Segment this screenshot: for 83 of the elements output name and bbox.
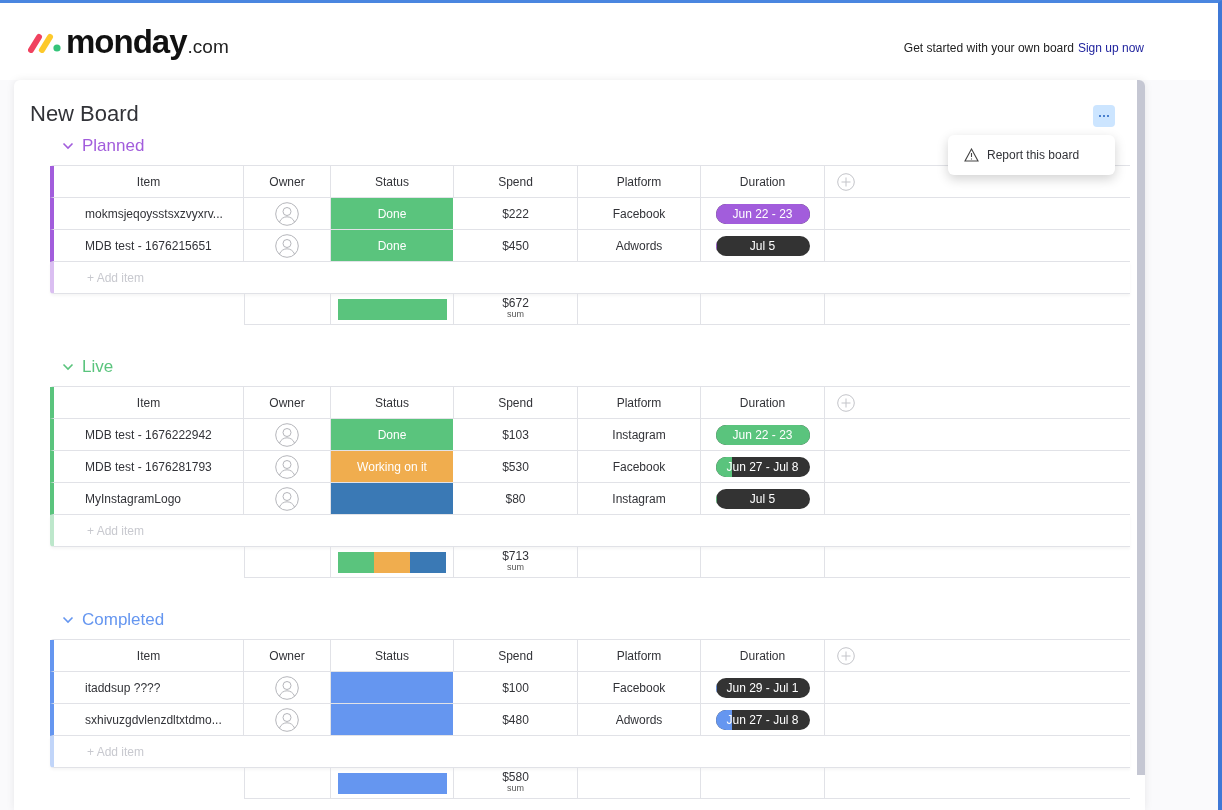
platform-cell: Adwords (578, 230, 701, 261)
timeline-pill[interactable]: Jun 22 - 23 (715, 203, 810, 224)
signup-link[interactable]: Sign up now (1077, 40, 1144, 55)
item-cell: mokmsjeqoysstsxzvyxrv... (54, 198, 244, 229)
group-title[interactable]: Completed (82, 610, 165, 630)
group-title[interactable]: Live (82, 357, 114, 377)
avatar-icon (275, 675, 299, 700)
spend-cell: $480 (454, 704, 578, 735)
add-column-icon[interactable] (837, 172, 855, 191)
spend-cell: $100 (454, 672, 578, 703)
status-cell[interactable] (331, 672, 454, 703)
timeline-pill[interactable]: Jun 22 - 23 (715, 424, 810, 445)
item-cell: MDB test - 1676222942 (54, 419, 244, 450)
chevron-down-icon[interactable] (62, 363, 74, 371)
item-cell: sxhivuzgdvlenzdltxtdmo... (54, 704, 244, 735)
spend-cell: $530 (454, 451, 578, 482)
warning-icon (964, 148, 979, 162)
status-cell[interactable]: Done (331, 198, 454, 229)
item-cell: MyInstagramLogo (54, 483, 244, 514)
platform-cell: Instagram (578, 483, 701, 514)
spend-cell: $103 (454, 419, 578, 450)
column-header: Platform (578, 640, 701, 671)
logo-suffix: .com (187, 35, 229, 57)
avatar-icon (275, 201, 299, 226)
item-cell: itaddsup ???? (54, 672, 244, 703)
group-title[interactable]: Planned (82, 136, 145, 156)
column-header: Platform (578, 166, 701, 197)
logo-icon (28, 32, 62, 53)
avatar-icon (275, 707, 299, 732)
column-header: Platform (578, 387, 701, 418)
spend-cell: $80 (454, 483, 578, 514)
sum-label: sum (507, 783, 524, 794)
column-header: Spend (454, 640, 578, 671)
timeline-pill[interactable]: Jul 5 (715, 488, 810, 509)
avatar-icon (275, 486, 299, 511)
column-header: Status (331, 166, 454, 197)
column-header: Duration (701, 166, 825, 197)
column-header: Status (331, 387, 454, 418)
more-button[interactable] (1093, 105, 1115, 127)
status-cell[interactable] (331, 704, 454, 735)
platform-cell: Facebook (578, 198, 701, 229)
status-cell[interactable]: Done (331, 419, 454, 450)
column-header: Item (54, 387, 244, 418)
timeline-pill[interactable]: Jun 29 - Jul 1 (715, 677, 810, 698)
spend-cell: $222 (454, 198, 578, 229)
chevron-down-icon[interactable] (62, 616, 74, 624)
scrollbar[interactable] (1137, 80, 1145, 775)
sum-label: sum (507, 309, 524, 320)
spend-sum: $713 (502, 551, 529, 562)
column-header: Duration (701, 387, 825, 418)
column-header: Item (54, 640, 244, 671)
status-cell[interactable] (331, 483, 454, 514)
column-header: Owner (244, 166, 331, 197)
platform-cell: Instagram (578, 419, 701, 450)
sum-label: sum (507, 562, 524, 573)
column-header: Spend (454, 387, 578, 418)
avatar-icon (275, 233, 299, 258)
spend-sum: $580 (502, 772, 529, 783)
menu-item[interactable]: Report this board (964, 148, 1080, 162)
board-title: New Board (30, 100, 139, 128)
column-header: Status (331, 640, 454, 671)
item-cell: MDB test - 1676281793 (54, 451, 244, 482)
platform-cell: Facebook (578, 451, 701, 482)
spend-cell: $450 (454, 230, 578, 261)
chevron-down-icon[interactable] (62, 142, 74, 150)
more-icon (1098, 114, 1110, 118)
timeline-pill[interactable]: Jul 5 (715, 235, 810, 256)
add-column-icon[interactable] (837, 646, 855, 665)
platform-cell: Facebook (578, 672, 701, 703)
status-cell[interactable]: Done (331, 230, 454, 261)
platform-cell: Adwords (578, 704, 701, 735)
column-header: Owner (244, 640, 331, 671)
avatar-icon (275, 454, 299, 479)
column-header: Owner (244, 387, 331, 418)
column-header: Item (54, 166, 244, 197)
column-header: Spend (454, 166, 578, 197)
avatar-icon (275, 422, 299, 447)
add-column-icon[interactable] (837, 393, 855, 412)
promo-text: Get started with your own board (903, 40, 1074, 55)
spend-sum: $672 (502, 298, 529, 309)
logo-wordmark: monday (66, 22, 187, 61)
item-cell: MDB test - 1676215651 (54, 230, 244, 261)
column-header: Duration (701, 640, 825, 671)
